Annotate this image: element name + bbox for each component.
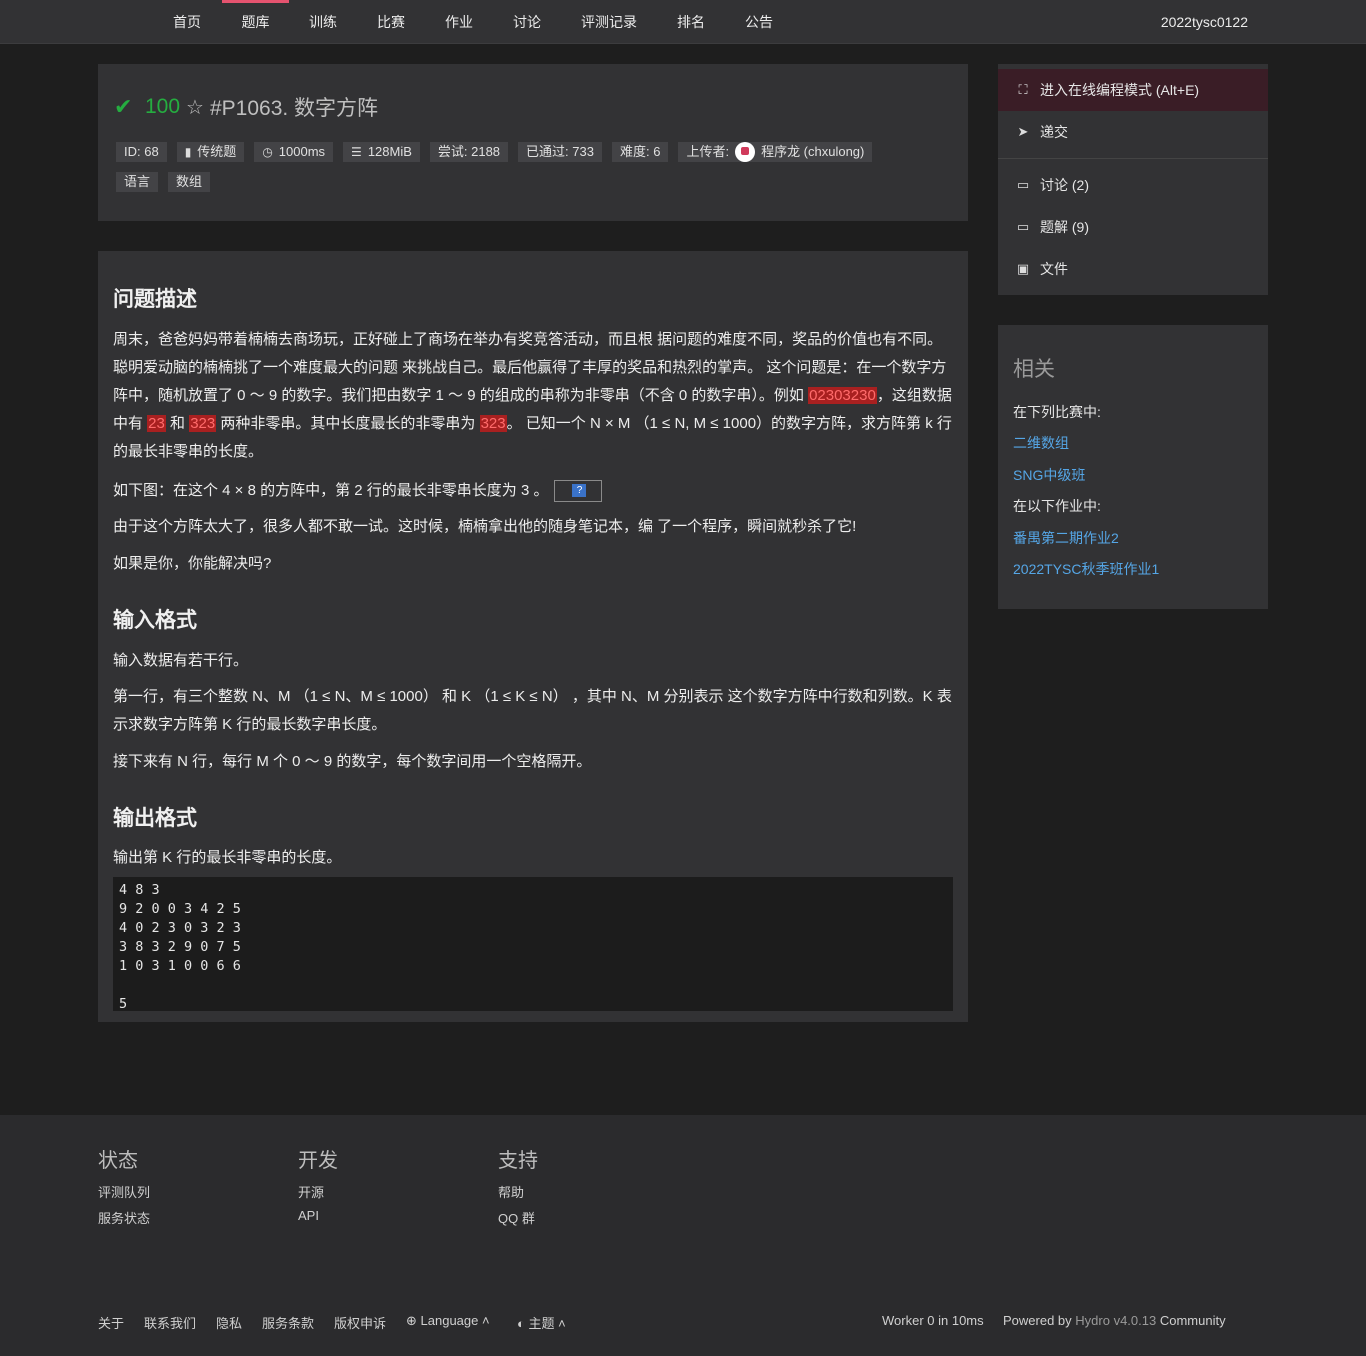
problem-tags: 语言 数组 [116, 172, 211, 192]
user-menu[interactable]: 2022tysc0122 [1161, 0, 1248, 44]
top-navbar: 首页 题库 训练 比赛 作业 讨论 评测记录 排名 公告 2022tysc012… [0, 0, 1366, 44]
theme-selector[interactable]: ◐ 主题 ˄ [517, 1313, 566, 1332]
description-paragraph-figure: 如下图：在这个 4 × 8 的方阵中，第 2 行的最长非零串长度为 3 。 [113, 477, 953, 505]
footer-privacy-link[interactable]: 隐私 [216, 1313, 242, 1332]
tries-tag: 尝试: 2188 [429, 142, 509, 162]
input-paragraph: 接下来有 N 行，每行 M 个 0 ～ 9 的数字，每个数字间用一个空格隔开。 [113, 753, 592, 770]
language-selector[interactable]: ⊕ Language ˄ [406, 1313, 490, 1329]
contest-link[interactable]: 二维数组 [1013, 433, 1069, 453]
memory-limit-tag: ☰ 128MiB [343, 142, 420, 162]
description-paragraph: 如果是你，你能解决吗? [113, 555, 272, 572]
send-icon: ➤ [1017, 124, 1029, 139]
divider [998, 158, 1268, 159]
footer-support-heading: 支持 [498, 1150, 538, 1172]
problem-meta: ID: 68 ▮ 传统题 ◷ 1000ms ☰ 128MiB 尝试: 2188 已通过… [116, 142, 873, 162]
comment-icon: ▭ [1016, 177, 1030, 192]
footer-link[interactable]: 服务状态 [98, 1208, 150, 1227]
footer-terms-link[interactable]: 服务条款 [262, 1313, 314, 1332]
sidebar-item-solutions[interactable]: ▭ 题解 (9) [998, 206, 1268, 248]
passed-tag: 已通过: 733 [518, 142, 602, 162]
footer-about-link[interactable]: 关于 [98, 1313, 124, 1332]
nav-training[interactable]: 训练 [302, 0, 344, 44]
description-paragraph: 周末，爸爸妈妈带着楠楠去商场玩，正好碰上了商场在举办有奖竞答活动，而且根 据问题… [113, 331, 952, 460]
broken-image-icon [554, 480, 603, 503]
footer-link[interactable]: 评测队列 [98, 1182, 150, 1201]
nav-discuss[interactable]: 讨论 [506, 0, 548, 44]
description-paragraph: 由于这个方阵太大了，很多人都不敢一试。这时候，楠楠拿出他的随身笔记本，编 了一个… [113, 518, 857, 535]
file-icon: ▣ [1016, 261, 1030, 276]
document-icon: ▮ [184, 145, 192, 159]
star-icon[interactable]: ☆ [186, 95, 204, 120]
globe-icon: ⊕ [406, 1313, 417, 1328]
footer-link[interactable]: 开源 [298, 1182, 324, 1201]
nav-problems[interactable]: 题库 [222, 0, 289, 44]
sample-code-block[interactable]: 4 8 3 9 2 0 0 3 4 2 5 4 0 2 3 0 3 2 3 3 … [113, 877, 953, 1012]
problem-header: ✔ 100 ☆ #P1063. 数字方阵 ID: 68 ▮ 传统题 ◷ 1000ms… [98, 64, 968, 221]
nav-records[interactable]: 评测记录 [574, 0, 644, 44]
uploader-link[interactable]: 程序龙 (chxulong) [761, 142, 864, 162]
output-paragraph: 输出第 K 行的最长非零串的长度。 [113, 849, 342, 866]
sidebar-related: 相关 在下列比赛中: 二维数组 SNG中级班 在以下作业中: 番禺第二期作业2 … [998, 325, 1268, 609]
contest-link[interactable]: SNG中级班 [1013, 465, 1085, 485]
uploader-tag: 上传者: 程序龙 (chxulong) [678, 142, 873, 162]
related-heading: 相关 [1013, 358, 1055, 381]
homework-link[interactable]: 2022TYSC秋季班作业1 [1013, 559, 1159, 579]
avatar[interactable] [735, 142, 756, 162]
output-heading: 输出格式 [113, 807, 197, 830]
input-heading: 输入格式 [113, 609, 197, 632]
nav-home[interactable]: 首页 [166, 0, 208, 44]
chevron-up-icon: ˄ [558, 1316, 566, 1331]
powered-by: Powered by Hydro v4.0.13 Community [1003, 1313, 1226, 1328]
sidebar-item-files[interactable]: ▣ 文件 [998, 248, 1268, 290]
theme-icon: ◐ [517, 1316, 525, 1331]
tag-item[interactable]: 语言 [116, 172, 159, 192]
problem-title-row: ✔ 100 ☆ #P1063. 数字方阵 [114, 92, 378, 122]
check-icon: ✔ [114, 94, 133, 119]
memory-icon: ☰ [351, 145, 362, 159]
problem-score: 100 [145, 95, 181, 118]
homework-link[interactable]: 番禺第二期作业2 [1013, 528, 1119, 548]
sidebar-actions: ⛶ 进入在线编程模式 (Alt+E) ➤ 递交 ▭ 讨论 (2) ▭ 题解 (9… [998, 64, 1268, 295]
nav-homework[interactable]: 作业 [438, 0, 480, 44]
footer-copyright-link[interactable]: 版权申诉 [334, 1313, 386, 1332]
sidebar-item-online-ide[interactable]: ⛶ 进入在线编程模式 (Alt+E) [998, 69, 1268, 111]
nav-announcements[interactable]: 公告 [738, 0, 780, 44]
footer-link[interactable]: API [298, 1208, 319, 1223]
chevron-up-icon: ˄ [482, 1313, 490, 1328]
input-paragraph: 输入数据有若干行。 [113, 652, 249, 669]
problem-type-tag: ▮ 传统题 [176, 142, 245, 162]
input-paragraph: 第一行，有三个整数 N、M （1 ≤ N、M ≤ 1000） 和 K （1 ≤ … [113, 688, 952, 733]
sidebar-item-submit[interactable]: ➤ 递交 [998, 111, 1268, 153]
expand-icon: ⛶ [1018, 82, 1028, 97]
tag-item[interactable]: 数组 [168, 172, 211, 192]
footer-dev-heading: 开发 [298, 1150, 338, 1172]
contest-label: 在下列比赛中: [1013, 404, 1101, 420]
nav-ranking[interactable]: 排名 [670, 0, 712, 44]
footer: 状态 评测队列 服务状态 开发 开源 API 支持 帮助 QQ 群 关于 联系我… [0, 1115, 1366, 1356]
footer-contact-link[interactable]: 联系我们 [144, 1313, 196, 1332]
time-limit-tag: ◷ 1000ms [254, 142, 334, 162]
difficulty-tag: 难度: 6 [611, 142, 669, 162]
stopwatch-icon: ◷ [262, 145, 273, 159]
description-heading: 问题描述 [113, 288, 197, 311]
problem-content: 问题描述 周末，爸爸妈妈带着楠楠去商场玩，正好碰上了商场在举办有奖竞答活动，而且… [98, 251, 968, 1022]
problem-title: #P1063. 数字方阵 [209, 97, 379, 120]
sidebar-item-discuss[interactable]: ▭ 讨论 (2) [998, 164, 1268, 206]
homework-label: 在以下作业中: [1013, 498, 1101, 514]
footer-link[interactable]: QQ 群 [498, 1208, 535, 1227]
footer-link[interactable]: 帮助 [498, 1182, 524, 1201]
nav-contests[interactable]: 比赛 [370, 0, 412, 44]
hydro-link[interactable]: Hydro v4.0.13 [1075, 1313, 1156, 1328]
comment-icon: ▭ [1016, 219, 1030, 234]
footer-status-heading: 状态 [98, 1150, 138, 1172]
worker-status: Worker 0 in 10ms [882, 1313, 984, 1328]
problem-id-tag: ID: 68 [116, 142, 167, 162]
